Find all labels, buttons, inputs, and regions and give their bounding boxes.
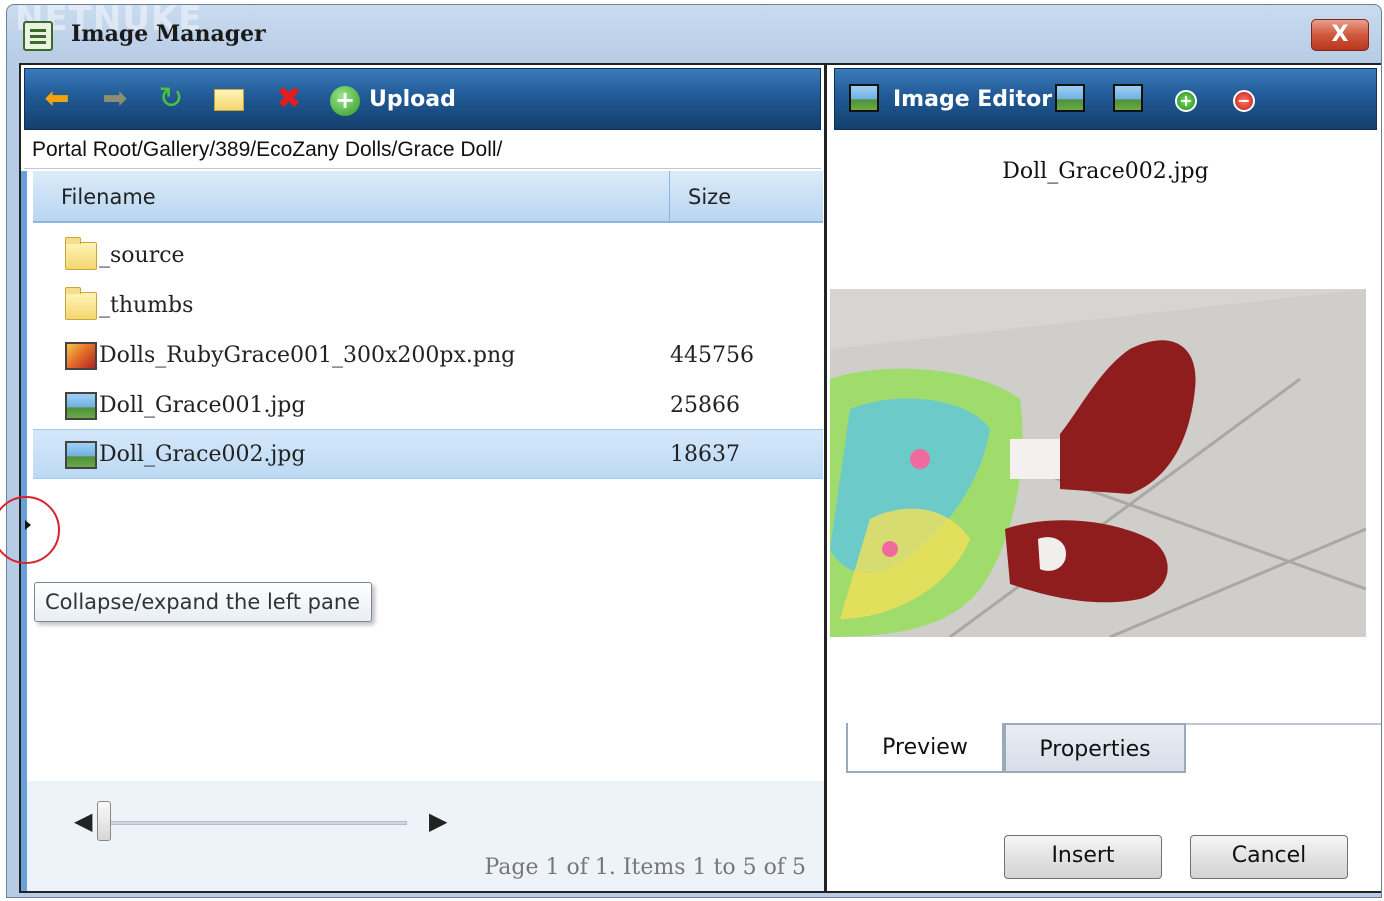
current-path: Portal Root/Gallery/389/EcoZany Dolls/Gr… — [24, 131, 821, 169]
tab-preview[interactable]: Preview — [846, 723, 1004, 773]
file-row[interactable]: Doll_Grace001.jpg 25866 — [33, 381, 823, 431]
image-editor-icon[interactable] — [849, 84, 879, 112]
insert-button[interactable]: Insert — [1004, 835, 1162, 879]
close-button[interactable]: X — [1311, 19, 1369, 51]
delete-icon[interactable]: ✖ — [269, 81, 309, 117]
file-size: 445756 — [670, 343, 754, 368]
file-name: Dolls_RubyGrace001_300x200px.png — [99, 343, 516, 368]
folder-icon — [65, 287, 97, 320]
jpg-file-icon — [65, 441, 97, 469]
app-icon — [23, 21, 53, 51]
pager-status: Page 1 of 1. Items 1 to 5 of 5 — [484, 855, 806, 880]
image-editor-pane: Image Editor + − Doll_Grace002.jpg Previ… — [830, 65, 1381, 891]
title-bar: Image Manager X — [7, 5, 1381, 63]
zoom-in-icon[interactable]: + — [1169, 81, 1203, 115]
back-arrow-icon[interactable]: ⬅ — [37, 81, 77, 117]
file-size: 25866 — [670, 393, 740, 418]
file-row-selected[interactable]: Doll_Grace002.jpg 18637 — [33, 429, 823, 479]
tab-properties[interactable]: Properties — [1004, 723, 1186, 773]
file-toolbar: ⬅ ➡ ↻ ✖ + Upload — [24, 68, 821, 130]
resize-image-icon[interactable] — [1055, 84, 1085, 112]
file-grid-header: Filename Size — [33, 171, 823, 223]
column-filename[interactable]: Filename — [61, 171, 671, 223]
file-row[interactable]: Dolls_RubyGrace001_300x200px.png 445756 — [33, 331, 823, 381]
cancel-button[interactable]: Cancel — [1190, 835, 1348, 879]
forward-arrow-icon[interactable]: ➡ — [95, 81, 135, 117]
collapse-pane-arrow-icon[interactable] — [25, 520, 31, 530]
image-manager-window: NETNUKE Image Manager X ⬅ ➡ ↻ ✖ + Upload — [6, 4, 1382, 898]
file-browser-pane: ⬅ ➡ ↻ ✖ + Upload Portal Root/Gallery/389… — [21, 65, 827, 891]
png-file-icon — [65, 342, 97, 370]
slider-right-arrow-icon[interactable]: ▶ — [429, 807, 447, 835]
collapse-tooltip: Collapse/expand the left pane — [34, 582, 372, 622]
folder-icon — [65, 237, 97, 270]
slider-thumb[interactable] — [97, 801, 111, 841]
file-row[interactable]: _source — [33, 231, 823, 281]
column-size[interactable]: Size — [669, 171, 823, 223]
image-editor-button[interactable]: Image Editor — [893, 87, 1052, 112]
file-size: 18637 — [670, 442, 740, 467]
doll-photo — [830, 289, 1366, 637]
file-row[interactable]: _thumbs — [33, 281, 823, 331]
file-name: Doll_Grace001.jpg — [99, 393, 306, 418]
zoom-out-icon[interactable]: − — [1227, 81, 1261, 115]
pager-area: ◀ ▶ Page 1 of 1. Items 1 to 5 of 5 — [27, 781, 824, 891]
content-frame: ⬅ ➡ ↻ ✖ + Upload Portal Root/Gallery/389… — [19, 63, 1381, 893]
image-preview — [830, 289, 1366, 637]
slider-left-arrow-icon[interactable]: ◀ — [74, 807, 92, 835]
fit-image-icon[interactable] — [1113, 84, 1143, 112]
file-name: _source — [99, 243, 185, 268]
slider-track[interactable] — [107, 821, 407, 825]
upload-icon[interactable]: + — [325, 81, 365, 117]
refresh-icon[interactable]: ↻ — [151, 81, 191, 117]
editor-toolbar: Image Editor + − — [834, 68, 1377, 130]
upload-button[interactable]: Upload — [369, 87, 456, 112]
window-title: Image Manager — [71, 21, 266, 47]
file-name: _thumbs — [99, 293, 194, 318]
jpg-file-icon — [65, 392, 97, 420]
preview-filename: Doll_Grace002.jpg — [1002, 159, 1209, 184]
file-name: Doll_Grace002.jpg — [99, 442, 306, 467]
new-folder-icon[interactable] — [209, 81, 249, 117]
